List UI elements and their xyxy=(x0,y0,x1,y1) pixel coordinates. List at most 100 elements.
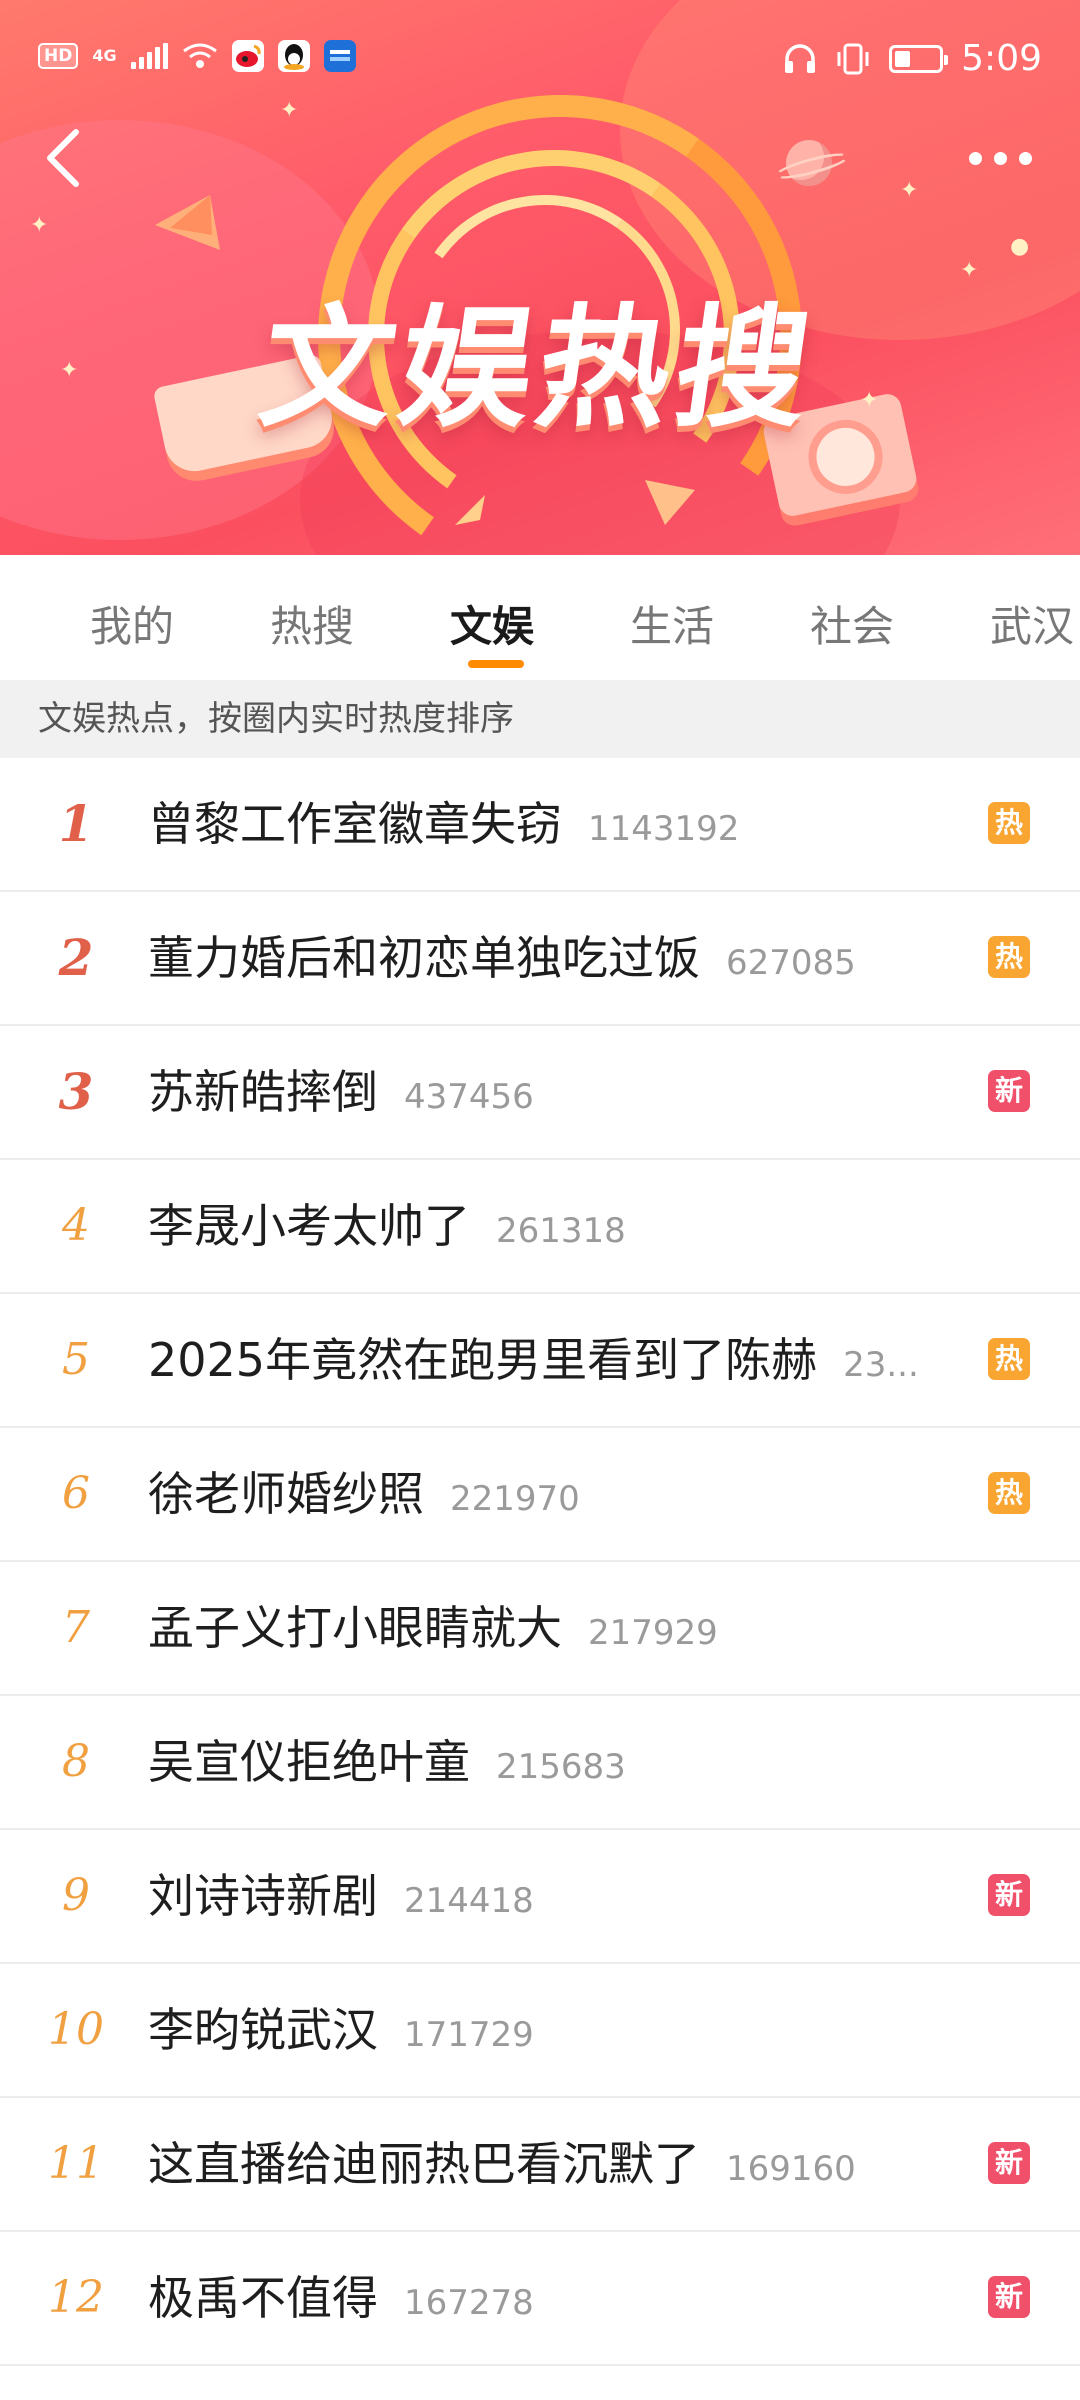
vibrate-icon xyxy=(837,43,869,74)
battery-icon xyxy=(889,44,949,73)
list-item[interactable]: 4 李晟小考太帅了 261318 xyxy=(0,1160,1080,1294)
item-title: 李昀锐武汉 171729 xyxy=(148,1964,534,2096)
sparkle-icon: ✦ xyxy=(900,178,919,203)
shard-decoration xyxy=(455,495,485,525)
category-tabs: 我的 热搜 文娱 生活 社会 武汉 xyxy=(0,555,1080,680)
status-bar: HD 4G 5:09 xyxy=(0,0,1080,100)
rank-number: 12 xyxy=(48,2272,104,2323)
hot-badge: 热 xyxy=(988,1338,1030,1380)
rank-number: 1 xyxy=(58,794,94,853)
sparkle-icon: ✦ xyxy=(30,213,49,238)
list-item[interactable]: 10 李昀锐武汉 171729 xyxy=(0,1964,1080,2098)
qq-icon xyxy=(277,40,310,72)
heat-count: 217929 xyxy=(588,1613,718,1653)
more-dots-icon xyxy=(968,151,982,165)
list-item[interactable]: 1 曾黎工作室徽章失窃 1143192 热 xyxy=(0,758,1080,892)
item-title: 徐老师婚纱照 221970 xyxy=(148,1428,580,1560)
heat-count: 214418 xyxy=(404,1881,534,1921)
heat-count: 261318 xyxy=(496,1211,626,1251)
item-title: 2025年竟然在跑男里看到了陈赫 23... xyxy=(148,1294,919,1426)
topic-text: 曾黎工作室徽章失窃 xyxy=(148,797,562,851)
item-title: 孟子义打小眼睛就大 217929 xyxy=(148,1562,718,1694)
list-item[interactable]: 12 极禹不值得 167278 新 xyxy=(0,2232,1080,2366)
shard-decoration xyxy=(645,480,695,525)
rank-number: 5 xyxy=(62,1334,90,1385)
heat-count: 23... xyxy=(843,1345,919,1385)
item-title: 李晟小考太帅了 261318 xyxy=(148,1160,626,1292)
topic-text: 吴宣仪拒绝叶童 xyxy=(148,1735,470,1789)
heat-count: 169160 xyxy=(726,2149,856,2189)
hot-badge: 热 xyxy=(988,802,1030,844)
list-item[interactable]: 11 这直播给迪丽热巴看沉默了 169160 新 xyxy=(0,2098,1080,2232)
rank-number: 11 xyxy=(48,2138,104,2189)
tab-entertainment[interactable]: 文娱 xyxy=(450,593,534,654)
topic-text: 2025年竟然在跑男里看到了陈赫 xyxy=(148,1333,818,1387)
hot-badge: 热 xyxy=(988,936,1030,978)
hot-search-list: 1 曾黎工作室徽章失窃 1143192 热 2 董力婚后和初恋单独吃过饭 627085 热 3 苏… xyxy=(0,758,1080,2366)
rank-number: 3 xyxy=(58,1062,94,1121)
rank-number: 10 xyxy=(48,2004,104,2055)
topic-text: 苏新皓摔倒 xyxy=(148,1065,378,1119)
item-title: 苏新皓摔倒 437456 xyxy=(148,1026,534,1158)
heat-count: 1143192 xyxy=(588,809,740,849)
tab-life[interactable]: 生活 xyxy=(630,593,714,654)
topic-text: 李昀锐武汉 xyxy=(148,2003,378,2057)
list-item[interactable]: 8 吴宣仪拒绝叶童 215683 xyxy=(0,1696,1080,1830)
tab-society[interactable]: 社会 xyxy=(810,593,894,654)
back-button[interactable] xyxy=(30,118,100,198)
list-item[interactable]: 5 2025年竟然在跑男里看到了陈赫 23... 热 xyxy=(0,1294,1080,1428)
heat-count: 221970 xyxy=(450,1479,580,1519)
hd-indicator: HD xyxy=(38,43,79,69)
more-options-button[interactable] xyxy=(950,128,1050,188)
header-banner: ✦ ✦ ✦ ✦ ✦ ● ✦ 文娱热搜 HD 4G 5:09 xyxy=(0,0,1080,555)
signal-icon xyxy=(130,43,168,69)
item-title: 刘诗诗新剧 214418 xyxy=(148,1830,534,1962)
list-item[interactable]: 6 徐老师婚纱照 221970 热 xyxy=(0,1428,1080,1562)
active-tab-indicator xyxy=(468,660,524,668)
tab-wuhan[interactable]: 武汉 xyxy=(990,593,1074,654)
heat-count: 215683 xyxy=(496,1747,626,1787)
heat-count: 167278 xyxy=(404,2283,534,2323)
list-item[interactable]: 3 苏新皓摔倒 437456 新 xyxy=(0,1026,1080,1160)
back-arrow-icon xyxy=(47,129,79,187)
rank-number: 6 xyxy=(62,1468,90,1519)
list-item[interactable]: 9 刘诗诗新剧 214418 新 xyxy=(0,1830,1080,1964)
wifi-icon xyxy=(182,43,218,69)
planet-icon xyxy=(786,140,832,186)
sparkle-icon: ✦ xyxy=(280,98,299,123)
topic-text: 孟子义打小眼睛就大 xyxy=(148,1601,562,1655)
topic-text: 董力婚后和初恋单独吃过饭 xyxy=(148,931,700,985)
banner-title: 文娱热搜 xyxy=(251,292,826,446)
app-notification-icon xyxy=(323,40,356,72)
status-time: 5:09 xyxy=(961,38,1042,79)
rank-number: 2 xyxy=(58,928,94,987)
new-badge: 新 xyxy=(988,2142,1030,2184)
headphones-icon xyxy=(785,43,816,73)
rank-number: 9 xyxy=(62,1870,90,1921)
new-badge: 新 xyxy=(988,1070,1030,1112)
item-title: 吴宣仪拒绝叶童 215683 xyxy=(148,1696,626,1828)
topic-text: 刘诗诗新剧 xyxy=(148,1869,378,1923)
rank-number: 4 xyxy=(62,1200,90,1251)
new-badge: 新 xyxy=(988,1874,1030,1916)
topic-text: 李晟小考太帅了 xyxy=(148,1199,470,1253)
heat-count: 627085 xyxy=(726,943,856,983)
list-item[interactable]: 2 董力婚后和初恋单独吃过饭 627085 热 xyxy=(0,892,1080,1026)
rank-number: 7 xyxy=(62,1602,90,1653)
heat-count: 171729 xyxy=(404,2015,534,2055)
topic-text: 徐老师婚纱照 xyxy=(148,1467,424,1521)
sparkle-icon: ● xyxy=(1010,234,1030,259)
item-title: 董力婚后和初恋单独吃过饭 627085 xyxy=(148,892,856,1024)
item-title: 曾黎工作室徽章失窃 1143192 xyxy=(148,758,739,890)
tab-hot-search[interactable]: 热搜 xyxy=(270,593,354,654)
list-item[interactable]: 7 孟子义打小眼睛就大 217929 xyxy=(0,1562,1080,1696)
network-type: 4G xyxy=(92,46,117,65)
item-title: 极禹不值得 167278 xyxy=(148,2232,534,2364)
topic-text: 这直播给迪丽热巴看沉默了 xyxy=(148,2137,700,2191)
rank-number: 8 xyxy=(62,1736,90,1787)
weibo-icon xyxy=(231,40,264,72)
megaphone-icon xyxy=(155,195,220,250)
item-title: 这直播给迪丽热巴看沉默了 169160 xyxy=(148,2098,856,2230)
tab-mine[interactable]: 我的 xyxy=(90,593,174,654)
list-description: 文娱热点，按圈内实时热度排序 xyxy=(0,680,1080,758)
